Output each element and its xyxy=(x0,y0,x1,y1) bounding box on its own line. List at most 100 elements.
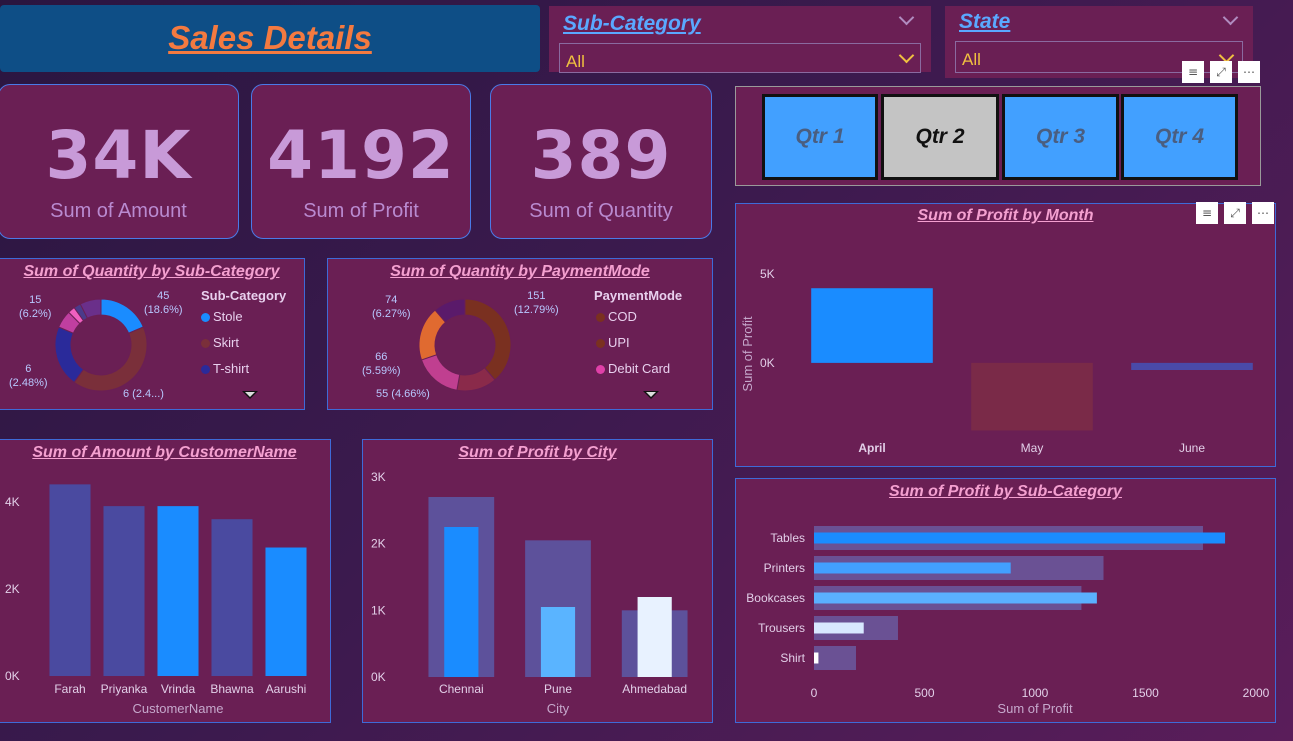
bar xyxy=(814,562,1011,574)
qtr-1-button[interactable]: Qtr 1 xyxy=(762,94,878,180)
y-tick-label: 5K xyxy=(760,267,775,281)
bar xyxy=(157,506,199,676)
bar xyxy=(49,484,91,676)
x-tick-label: Bhawna xyxy=(210,682,254,696)
donut-slice xyxy=(420,354,461,391)
x-tick-label: 2000 xyxy=(1243,686,1270,700)
profit-by-subcategory-chart: Sum of Profit by Sub-Category Tables Prin… xyxy=(735,478,1276,723)
legend-dot xyxy=(596,365,605,375)
legend-label: Stole xyxy=(213,309,243,324)
legend-item[interactable]: UPI xyxy=(596,335,630,350)
y-tick-label: 0K xyxy=(760,356,775,370)
x-tick-label: April xyxy=(858,441,885,455)
y-tick-label: 0K xyxy=(371,670,386,684)
bar xyxy=(814,592,1097,604)
bar xyxy=(811,288,933,363)
kpi-value: 4192 xyxy=(267,117,455,194)
donut-chart-subcategory: Sum of Quantity by Sub-Category Sub-Cate… xyxy=(0,258,305,410)
y-tick-label: 4K xyxy=(5,495,20,509)
legend-label: Debit Card xyxy=(608,361,671,376)
data-label: 6 (2.4...) xyxy=(123,388,164,400)
filter-icon[interactable]: ≡ xyxy=(1182,61,1204,83)
y-tick-label: Printers xyxy=(764,561,805,575)
bar xyxy=(265,547,307,676)
data-label: 151 (12.79%) xyxy=(514,290,559,316)
legend-label: UPI xyxy=(608,335,630,350)
focus-mode-icon[interactable]: ⤢ xyxy=(1224,202,1246,224)
y-tick-label: Bookcases xyxy=(746,591,805,605)
filter-icon[interactable]: ≡ xyxy=(1196,202,1218,224)
y-tick-label: Trousers xyxy=(758,621,805,635)
state-slicer: State All xyxy=(945,6,1253,78)
legend-scroll-down-icon[interactable] xyxy=(643,391,659,399)
legend-title: Sub-Category xyxy=(201,288,287,303)
x-tick-label: Pune xyxy=(544,682,572,696)
focus-mode-icon[interactable]: ⤢ xyxy=(1210,61,1232,83)
bar xyxy=(637,597,672,677)
kpi-value: 389 xyxy=(530,117,672,194)
bar-chart: Tables Printers Bookcases Trousers Shirt 0 500… xyxy=(746,526,1270,716)
subcategory-dropdown[interactable]: All xyxy=(559,43,921,73)
bar-chart: 0K 2K 4K Farah Priyanka Vrinda Bhawna Aarushi Cu… xyxy=(5,484,307,716)
data-label: 66 (5.59%) xyxy=(362,351,401,377)
legend-label: Skirt xyxy=(213,335,239,350)
legend-label: COD xyxy=(608,309,637,324)
bar xyxy=(444,527,479,677)
qtr-2-button[interactable]: Qtr 2 xyxy=(881,94,999,180)
data-label: 15 (6.2%) xyxy=(19,294,52,320)
bar xyxy=(103,506,145,676)
x-tick-label: Chennai xyxy=(439,682,484,696)
profit-by-month-chart: Sum of Profit by Month 5K 0K April May June S… xyxy=(735,203,1276,467)
legend-item[interactable]: Debit Card xyxy=(596,361,670,376)
bar xyxy=(814,646,856,670)
state-selected-value: All xyxy=(962,50,981,69)
qtr-3-button[interactable]: Qtr 3 xyxy=(1002,94,1119,180)
legend-dot xyxy=(201,365,210,375)
chevron-down-icon[interactable] xyxy=(1222,9,1239,26)
legend-dot xyxy=(596,313,605,323)
legend-scroll-down-icon[interactable] xyxy=(242,391,258,399)
qtr-4-button[interactable]: Qtr 4 xyxy=(1121,94,1238,180)
subcategory-slicer: Sub-Category All xyxy=(549,6,931,73)
x-tick-label: Ahmedabad xyxy=(622,682,687,696)
data-label: 45 (18.6%) xyxy=(144,290,183,316)
y-tick-label: Tables xyxy=(770,531,805,545)
x-tick-label: Aarushi xyxy=(266,682,307,696)
legend-item[interactable]: Stole xyxy=(201,309,243,324)
legend-title: PaymentMode xyxy=(594,288,683,303)
x-tick-label: 1500 xyxy=(1132,686,1159,700)
data-label: 74 (6.27%) xyxy=(372,294,411,320)
bar-chart: 5K 0K April May June Sum of Profit xyxy=(740,267,1253,455)
amount-by-customer-chart: Sum of Amount by CustomerName 0K 2K 4K Fara… xyxy=(0,439,331,723)
bar xyxy=(814,652,819,664)
x-tick-label: 0 xyxy=(811,686,818,700)
kpi-label: Sum of Quantity xyxy=(529,200,673,222)
x-axis-title: City xyxy=(547,701,570,716)
page-title: Sales Details xyxy=(168,19,372,56)
x-axis-title: Sum of Profit xyxy=(997,701,1073,716)
donut-slice xyxy=(73,326,148,392)
legend-item[interactable]: Skirt xyxy=(201,335,239,350)
x-tick-label: May xyxy=(1021,441,1044,455)
x-tick-label: Priyanka xyxy=(101,682,148,696)
y-tick-label: 1K xyxy=(371,603,386,617)
chevron-down-icon[interactable] xyxy=(898,9,915,26)
more-options-icon[interactable]: ⋯ xyxy=(1238,61,1260,83)
profit-by-city-chart: Sum of Profit by City 0K 1K 2K 3K Chennai Pun… xyxy=(362,439,713,723)
legend-item[interactable]: T-shirt xyxy=(201,361,249,376)
y-tick-label: 2K xyxy=(371,537,386,551)
kpi-label: Sum of Amount xyxy=(50,200,187,222)
x-tick-label: Farah xyxy=(54,682,85,696)
data-label: 55 (4.66%) xyxy=(376,388,430,400)
y-tick-label: 2K xyxy=(5,582,20,596)
bar xyxy=(814,532,1226,544)
y-tick-label: Shirt xyxy=(780,651,805,665)
legend-item[interactable]: COD xyxy=(596,309,637,324)
kpi-value: 34K xyxy=(45,117,192,194)
x-tick-label: Vrinda xyxy=(161,682,196,696)
bar xyxy=(971,362,1093,431)
bar xyxy=(211,519,253,676)
y-tick-label: 0K xyxy=(5,669,20,683)
header-banner: Sales Details xyxy=(0,5,540,72)
more-options-icon[interactable]: ⋯ xyxy=(1252,202,1274,224)
